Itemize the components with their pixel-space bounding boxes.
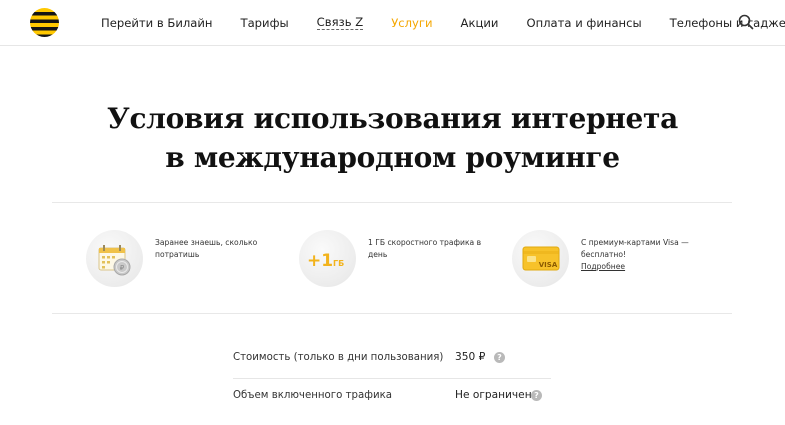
row-label: Объем включенного трафика <box>233 390 392 401</box>
feature-icon-circle: ₽ <box>86 230 143 287</box>
feature-icon-circle: VISA <box>512 230 569 287</box>
visa-badge-label: VISA <box>539 261 558 269</box>
feature-text-visa: С премиум-картами Visa — бесплатно! <box>581 238 689 259</box>
row-value: Не ограничен <box>455 389 532 401</box>
site-header: Перейти в Билайн Тарифы Связь Z Услуги А… <box>0 0 785 46</box>
page-title: Условия использования интернета в междун… <box>0 99 785 177</box>
help-icon[interactable]: ? <box>531 390 542 401</box>
row-value: 350 ₽ <box>455 351 486 363</box>
plus-1gb-icon: +1 ГБ <box>307 251 344 271</box>
search-icon[interactable] <box>738 14 754 30</box>
beeline-logo-icon[interactable] <box>30 8 59 37</box>
svg-text:₽: ₽ <box>120 264 125 272</box>
nav-item-svyaz-z[interactable]: Связь Z <box>316 16 364 30</box>
table-row-traffic: Объем включенного трафика Не ограничен ? <box>233 379 551 417</box>
more-details-link[interactable]: Подробнее <box>581 261 706 273</box>
feature-icon-circle: +1 ГБ <box>299 230 356 287</box>
nav-item-services[interactable]: Услуги <box>391 16 432 30</box>
row-label: Стоимость (только в дни пользования) <box>233 352 444 363</box>
visa-card-icon: VISA <box>522 246 560 271</box>
feature-text: 1 ГБ скоростного трафика в день <box>368 238 482 259</box>
nav-item-payment-finance[interactable]: Оплата и финансы <box>526 16 641 30</box>
nav-item-promotions[interactable]: Акции <box>461 16 499 30</box>
page-title-line-1: Условия использования интернета <box>107 102 678 135</box>
help-icon[interactable]: ? <box>494 352 505 363</box>
page-title-line-2: в международном роуминге <box>165 141 620 174</box>
badge-gb-unit: ГБ <box>333 259 344 268</box>
feature-text: Заранее знаешь, сколько потратишь <box>155 238 258 259</box>
divider <box>52 313 732 314</box>
feature-text: С премиум-картами Visa — бесплатно! Подр… <box>581 237 706 273</box>
divider <box>52 202 732 203</box>
calendar-coin-icon: ₽ <box>98 245 131 276</box>
nav-item-phones-gadgets[interactable]: Телефоны и гаджеты <box>670 16 785 30</box>
main-nav: Перейти в Билайн Тарифы Связь Z Услуги А… <box>101 0 785 46</box>
nav-item-tariffs[interactable]: Тарифы <box>241 16 289 30</box>
nav-item-go-to-beeline[interactable]: Перейти в Билайн <box>101 16 213 30</box>
table-row-cost: Стоимость (только в дни пользования) 350… <box>233 341 551 379</box>
badge-plus-one: +1 <box>307 251 333 271</box>
